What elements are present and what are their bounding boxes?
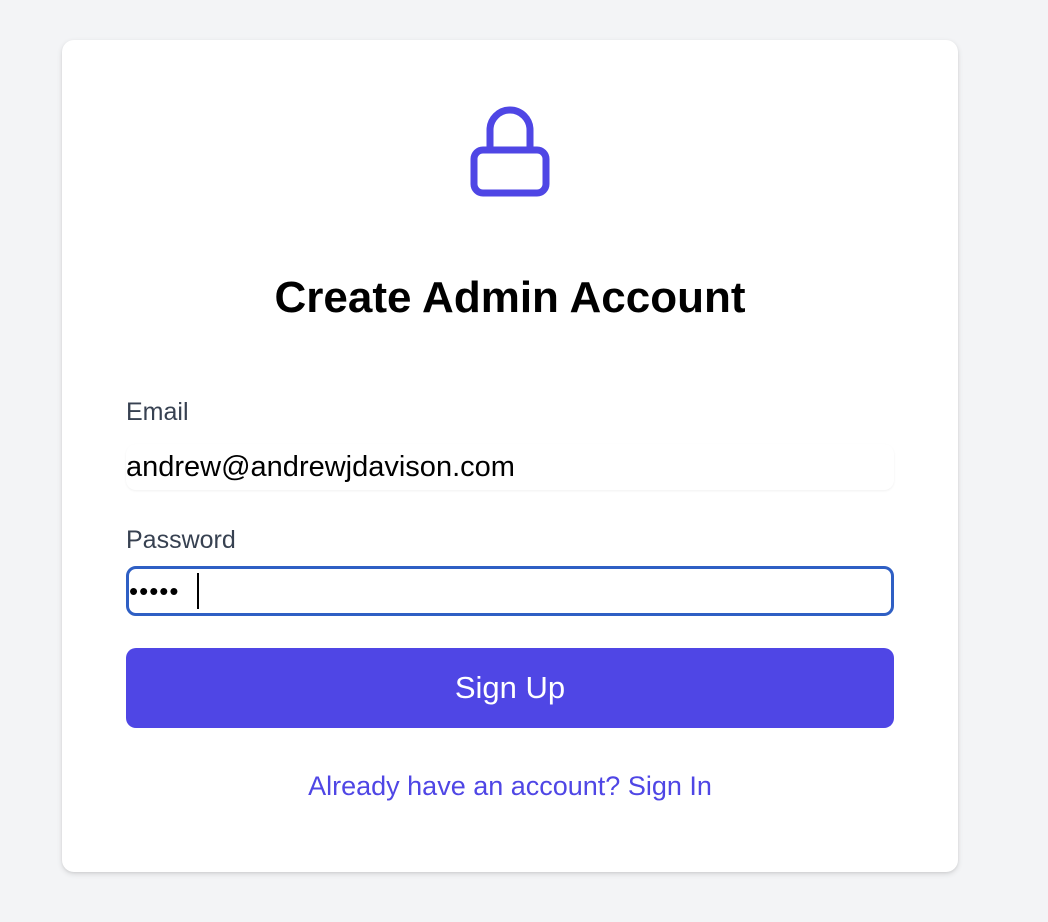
email-field[interactable] <box>126 444 894 490</box>
password-field[interactable] <box>126 566 894 616</box>
password-label: Password <box>126 526 236 554</box>
text-caret <box>197 573 199 609</box>
page-title: Create Admin Account <box>274 273 746 322</box>
sign-in-link[interactable]: Already have an account? Sign In <box>62 770 958 802</box>
lock-icon <box>62 106 958 198</box>
signup-card: Create Admin Account Email Password Sign… <box>62 40 958 872</box>
email-label: Email <box>126 398 189 426</box>
sign-up-button[interactable]: Sign Up <box>126 648 894 728</box>
